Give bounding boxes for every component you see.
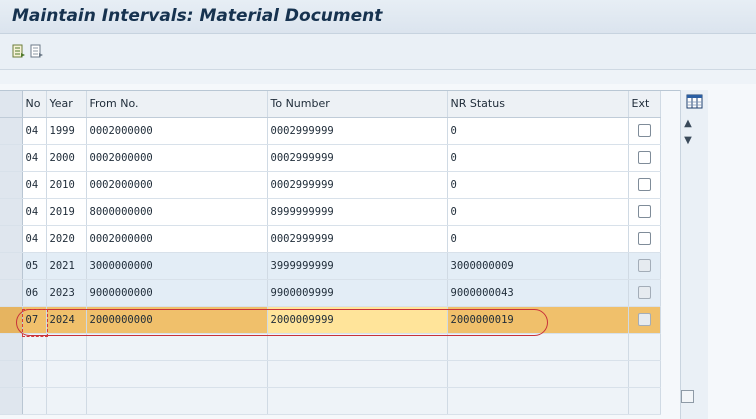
cell-year: 2020 [46, 225, 87, 253]
empty-row [0, 387, 661, 415]
column-header-to[interactable]: To Number [267, 91, 448, 118]
column-header-year[interactable]: Year [46, 91, 87, 118]
title-bar: Maintain Intervals: Material Document [0, 0, 756, 34]
cell-status[interactable]: 0 [447, 198, 629, 226]
scrollbar-end-button[interactable] [681, 390, 694, 403]
cell-no: 04 [22, 198, 47, 226]
cell-year: 2023 [46, 279, 87, 307]
cell-year: 2024 [46, 306, 87, 334]
ext-checkbox [637, 286, 651, 300]
row-selector[interactable] [0, 252, 23, 280]
ext-checkbox[interactable] [637, 178, 651, 192]
cell-from[interactable]: 0002000000 [86, 144, 268, 172]
select-all-column-header[interactable] [0, 91, 23, 118]
cell-no: 04 [22, 171, 47, 199]
cell-to: 3999999999 [267, 252, 448, 280]
table-settings-icon[interactable] [686, 94, 703, 109]
cell-no: 06 [22, 279, 47, 307]
row-selector[interactable] [0, 171, 23, 199]
cell-from[interactable]: 0002000000 [86, 225, 268, 253]
cell-ext [628, 252, 661, 280]
table-row: 04 2019 8000000000 8999999999 0 [0, 198, 661, 226]
page-title: Maintain Intervals: Material Document [12, 6, 383, 26]
cell-to[interactable]: 0002999999 [267, 117, 448, 145]
scroll-down-icon[interactable]: ▼ [681, 134, 695, 148]
table-row: 04 2020 0002000000 0002999999 0 [0, 225, 661, 253]
ext-checkbox[interactable] [637, 151, 651, 165]
row-selector[interactable] [0, 198, 23, 226]
row-selector[interactable] [0, 387, 23, 415]
cell-no: 04 [22, 117, 47, 145]
empty-row [0, 333, 661, 361]
select-all-icon[interactable] [12, 44, 26, 59]
empty-row [0, 360, 661, 388]
table-row: 04 2000 0002000000 0002999999 0 [0, 144, 661, 172]
cell-from[interactable]: 8000000000 [86, 198, 268, 226]
cell-ext [628, 198, 661, 226]
cell-ext [628, 306, 661, 334]
cell-year: 1999 [46, 117, 87, 145]
table-row-selected: 07 2024 2000000000 2000009999 2000000019 [0, 306, 661, 334]
interval-table: No Year From No. To Number NR Status Ext… [0, 90, 680, 419]
cell-ext [628, 225, 661, 253]
row-selector[interactable] [0, 279, 23, 307]
table-row: 04 2010 0002000000 0002999999 0 [0, 171, 661, 199]
cell-to[interactable]: 0002999999 [267, 171, 448, 199]
cell-ext [628, 144, 661, 172]
cell-status[interactable]: 0 [447, 171, 629, 199]
cell-from: 2000000000 [86, 306, 268, 334]
cell-to[interactable]: 0002999999 [267, 144, 448, 172]
column-header-ext[interactable]: Ext [628, 91, 661, 118]
cell-no: 04 [22, 225, 47, 253]
cell-status[interactable]: 0 [447, 144, 629, 172]
cell-to[interactable]: 2000009999 [267, 306, 448, 334]
table-row: 06 2023 9000000000 9900009999 9000000043 [0, 279, 661, 307]
cell-no: 04 [22, 144, 47, 172]
toolbar [0, 34, 756, 70]
cell-status[interactable]: 0 [447, 117, 629, 145]
cell-ext [628, 171, 661, 199]
cell-from: 9000000000 [86, 279, 268, 307]
cell-from[interactable]: 0002000000 [86, 117, 268, 145]
cell-no: 07 [22, 306, 47, 334]
ext-checkbox[interactable] [637, 205, 651, 219]
ext-checkbox [637, 259, 651, 273]
table-area: No Year From No. To Number NR Status Ext… [0, 84, 756, 419]
row-selector[interactable] [0, 225, 23, 253]
row-selector[interactable] [0, 144, 23, 172]
cell-ext [628, 117, 661, 145]
header-row: No Year From No. To Number NR Status Ext [0, 91, 661, 118]
cell-status: 2000000019 [447, 306, 629, 334]
row-selector[interactable] [0, 117, 23, 145]
cell-year: 2010 [46, 171, 87, 199]
cell-year: 2000 [46, 144, 87, 172]
cell-to[interactable]: 0002999999 [267, 225, 448, 253]
table-row: 04 1999 0002000000 0002999999 0 [0, 117, 661, 145]
cell-status[interactable]: 0 [447, 225, 629, 253]
cell-ext [628, 279, 661, 307]
cell-to: 9900009999 [267, 279, 448, 307]
cell-status: 9000000043 [447, 279, 629, 307]
cell-year: 2021 [46, 252, 87, 280]
table-row: 05 2021 3000000000 3999999999 3000000009 [0, 252, 661, 280]
cell-year: 2019 [46, 198, 87, 226]
interval-grid: No Year From No. To Number NR Status Ext… [0, 91, 661, 415]
scroll-up-icon[interactable]: ▲ [681, 117, 695, 131]
cell-to[interactable]: 8999999999 [267, 198, 448, 226]
row-selector[interactable] [0, 360, 23, 388]
deselect-all-icon[interactable] [30, 44, 44, 59]
ext-checkbox [637, 313, 651, 327]
column-header-no[interactable]: No [22, 91, 47, 118]
cell-status: 3000000009 [447, 252, 629, 280]
cell-from: 3000000000 [86, 252, 268, 280]
ext-checkbox[interactable] [637, 124, 651, 138]
cell-from[interactable]: 0002000000 [86, 171, 268, 199]
ext-checkbox[interactable] [637, 232, 651, 246]
column-header-status[interactable]: NR Status [447, 91, 629, 118]
column-header-from[interactable]: From No. [86, 91, 268, 118]
row-selector[interactable] [0, 306, 23, 334]
cell-no: 05 [22, 252, 47, 280]
row-selector[interactable] [0, 333, 23, 361]
